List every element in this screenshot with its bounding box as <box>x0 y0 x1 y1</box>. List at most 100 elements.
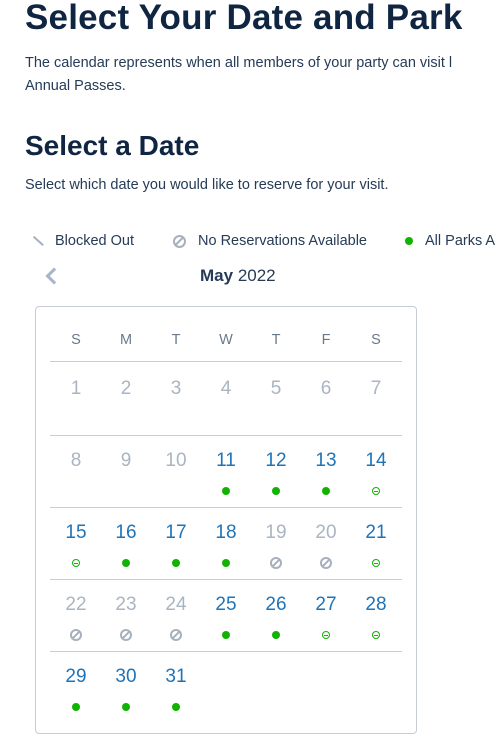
month-navigation: May 2022 <box>38 262 458 292</box>
all-parks-icon <box>272 631 280 639</box>
calendar-day-21[interactable]: 21 <box>351 507 401 579</box>
day-number: 4 <box>220 378 232 399</box>
previous-month-button[interactable] <box>38 262 66 290</box>
intro-line-1: The calendar represents when all members… <box>25 55 453 71</box>
all-parks-icon <box>405 237 413 245</box>
calendar-day-28[interactable]: 28 <box>351 579 401 651</box>
all-parks-icon <box>122 703 130 711</box>
month-year: 2022 <box>237 266 276 285</box>
weekday-header: S <box>371 332 381 348</box>
calendar-day-5: 5 <box>251 363 301 435</box>
calendar-day-30[interactable]: 30 <box>101 651 151 723</box>
all-parks-icon <box>322 487 330 495</box>
no-reservations-icon <box>320 557 332 569</box>
limited-parks-icon <box>72 559 80 567</box>
calendar-day-13[interactable]: 13 <box>301 435 351 507</box>
day-number[interactable]: 18 <box>201 522 251 544</box>
calendar-week-row: 1 2 3 4 5 6 7 <box>50 363 402 436</box>
calendar-day-19: 19 <box>251 507 301 579</box>
calendar-day-3: 3 <box>151 363 201 435</box>
blocked-out-icon <box>33 236 43 246</box>
day-number: 5 <box>270 378 282 399</box>
calendar-week-row: 15 16 17 18 19 20 21 <box>50 507 402 580</box>
day-number[interactable]: 12 <box>251 450 301 472</box>
day-number: 6 <box>320 378 332 399</box>
day-number: 22 <box>65 594 87 615</box>
day-number[interactable]: 21 <box>351 522 401 544</box>
day-number[interactable]: 27 <box>301 594 351 616</box>
calendar-legend: Blocked Out No Reservations Available Al… <box>33 231 497 253</box>
calendar-day-31[interactable]: 31 <box>151 651 201 723</box>
calendar-week-row: 29 30 31 <box>50 651 402 723</box>
all-parks-icon <box>172 703 180 711</box>
day-number[interactable]: 13 <box>301 450 351 472</box>
calendar-day-27[interactable]: 27 <box>301 579 351 651</box>
limited-parks-icon <box>322 631 330 639</box>
weekday-header: M <box>119 332 133 348</box>
calendar-day-14[interactable]: 14 <box>351 435 401 507</box>
day-number: 10 <box>165 450 187 471</box>
month-name: May <box>200 266 234 285</box>
limited-parks-icon <box>372 631 380 639</box>
day-number[interactable]: 26 <box>251 594 301 616</box>
calendar-day-9: 9 <box>101 435 151 507</box>
day-number[interactable]: 31 <box>151 666 201 688</box>
limited-parks-icon <box>372 559 380 567</box>
calendar-day-12[interactable]: 12 <box>251 435 301 507</box>
day-number[interactable]: 28 <box>351 594 401 616</box>
weekday-header: S <box>71 332 81 348</box>
calendar-day-16[interactable]: 16 <box>101 507 151 579</box>
calendar-day-7: 7 <box>351 363 401 435</box>
day-number: 2 <box>120 378 132 399</box>
calendar-day-18[interactable]: 18 <box>201 507 251 579</box>
calendar-day-4: 4 <box>201 363 251 435</box>
day-number[interactable]: 25 <box>201 594 251 616</box>
no-reservations-icon <box>270 557 282 569</box>
day-number[interactable]: 14 <box>351 450 401 472</box>
calendar-day-11[interactable]: 11 <box>201 435 251 507</box>
legend-all-parks: All Parks A <box>405 231 495 251</box>
calendar-day-8: 8 <box>51 435 101 507</box>
weekday-header: T <box>271 332 281 348</box>
day-number: 20 <box>315 522 337 543</box>
all-parks-icon <box>122 559 130 567</box>
legend-all-parks-label: All Parks A <box>425 233 496 249</box>
calendar-day-2: 2 <box>101 363 151 435</box>
all-parks-icon <box>72 703 80 711</box>
day-number[interactable]: 16 <box>101 522 151 544</box>
intro-text: The calendar represents when all members… <box>25 52 497 98</box>
calendar-day-15[interactable]: 15 <box>51 507 101 579</box>
calendar-day-29[interactable]: 29 <box>51 651 101 723</box>
calendar-day-23: 23 <box>101 579 151 651</box>
day-number: 19 <box>265 522 287 543</box>
legend-no-reservations-label: No Reservations Available <box>198 233 367 249</box>
day-number[interactable]: 11 <box>201 450 251 472</box>
day-number: 23 <box>115 594 137 615</box>
all-parks-icon <box>222 631 230 639</box>
calendar-day-26[interactable]: 26 <box>251 579 301 651</box>
no-reservations-icon <box>120 629 132 641</box>
no-reservations-icon <box>173 234 186 248</box>
weekday-header-row: SMTWTFS <box>50 321 402 362</box>
calendar-day-25[interactable]: 25 <box>201 579 251 651</box>
day-number[interactable]: 29 <box>51 666 101 688</box>
day-number[interactable]: 17 <box>151 522 201 544</box>
calendar-day-20: 20 <box>301 507 351 579</box>
day-number: 1 <box>70 378 82 399</box>
calendar-day-6: 6 <box>301 363 351 435</box>
calendar-day-24: 24 <box>151 579 201 651</box>
intro-line-2: Annual Passes. <box>25 78 126 94</box>
day-number[interactable]: 30 <box>101 666 151 688</box>
day-number: 3 <box>170 378 182 399</box>
no-reservations-icon <box>170 629 182 641</box>
legend-blocked-out-label: Blocked Out <box>55 233 134 249</box>
calendar-day-17[interactable]: 17 <box>151 507 201 579</box>
limited-parks-icon <box>372 487 380 495</box>
all-parks-icon <box>222 559 230 567</box>
day-number[interactable]: 15 <box>51 522 101 544</box>
page-title: Select Your Date and Park <box>25 0 463 37</box>
day-number: 24 <box>165 594 187 615</box>
all-parks-icon <box>222 487 230 495</box>
calendar-week-row: 22 23 24 25 26 27 28 <box>50 579 402 652</box>
all-parks-icon <box>272 487 280 495</box>
